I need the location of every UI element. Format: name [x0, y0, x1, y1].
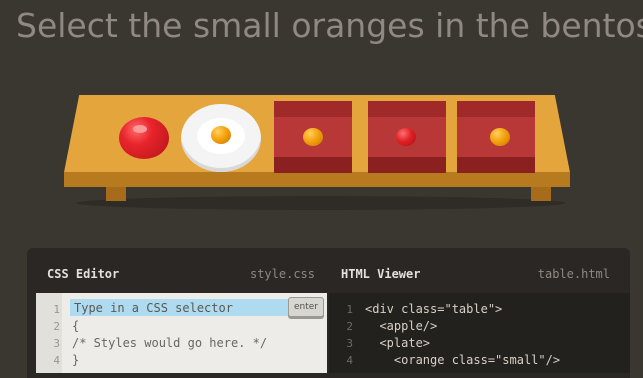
plate-orange[interactable] [211, 126, 231, 144]
table-leg-left [106, 187, 126, 201]
line-number: 1 [346, 303, 353, 316]
code-line: <plate> [365, 336, 431, 350]
table-shadow [76, 196, 566, 210]
table-leg-right [531, 187, 551, 201]
css-file-name: style.css [249, 267, 315, 281]
html-viewer-body: 1 2 3 4 <div class="table"> <apple/> <pl… [329, 293, 630, 373]
line-number: 2 [346, 320, 353, 333]
bento-back [457, 101, 535, 117]
code-line: /* Styles would go here. */ [72, 336, 268, 350]
css-selector-input[interactable] [70, 299, 288, 316]
small-orange-2[interactable] [490, 128, 510, 146]
code-line: { [72, 319, 80, 333]
bento-front [274, 157, 352, 173]
line-number: 4 [346, 354, 353, 367]
html-viewer-header: HTML Viewer table.html [329, 250, 630, 292]
apple[interactable] [119, 117, 169, 159]
html-file-name: table.html [537, 267, 610, 281]
line-number: 3 [53, 337, 60, 350]
enter-button[interactable]: enter [288, 297, 324, 317]
line-number: 3 [346, 337, 353, 350]
table-front [64, 172, 570, 187]
line-number: 1 [53, 303, 60, 316]
bento-back [368, 101, 446, 117]
code-line: <div class="table"> [365, 302, 503, 316]
instructions-title: Select the small oranges in the bentos [16, 6, 643, 45]
css-editor-header: CSS Editor style.css [27, 250, 329, 292]
line-number: 2 [53, 320, 60, 333]
code-line: <apple/> [365, 319, 438, 333]
css-editor-body: 1 2 3 4 enter { /* Styles would go here.… [36, 293, 327, 373]
line-number: 4 [53, 354, 60, 367]
apple-highlight [133, 125, 147, 133]
css-editor-title: CSS Editor [47, 267, 120, 281]
bento-back [274, 101, 352, 117]
bento-front [368, 157, 446, 173]
html-viewer-title: HTML Viewer [341, 267, 421, 281]
small-apple[interactable] [396, 128, 416, 146]
bento-front [457, 157, 535, 173]
small-orange-1[interactable] [303, 128, 323, 146]
